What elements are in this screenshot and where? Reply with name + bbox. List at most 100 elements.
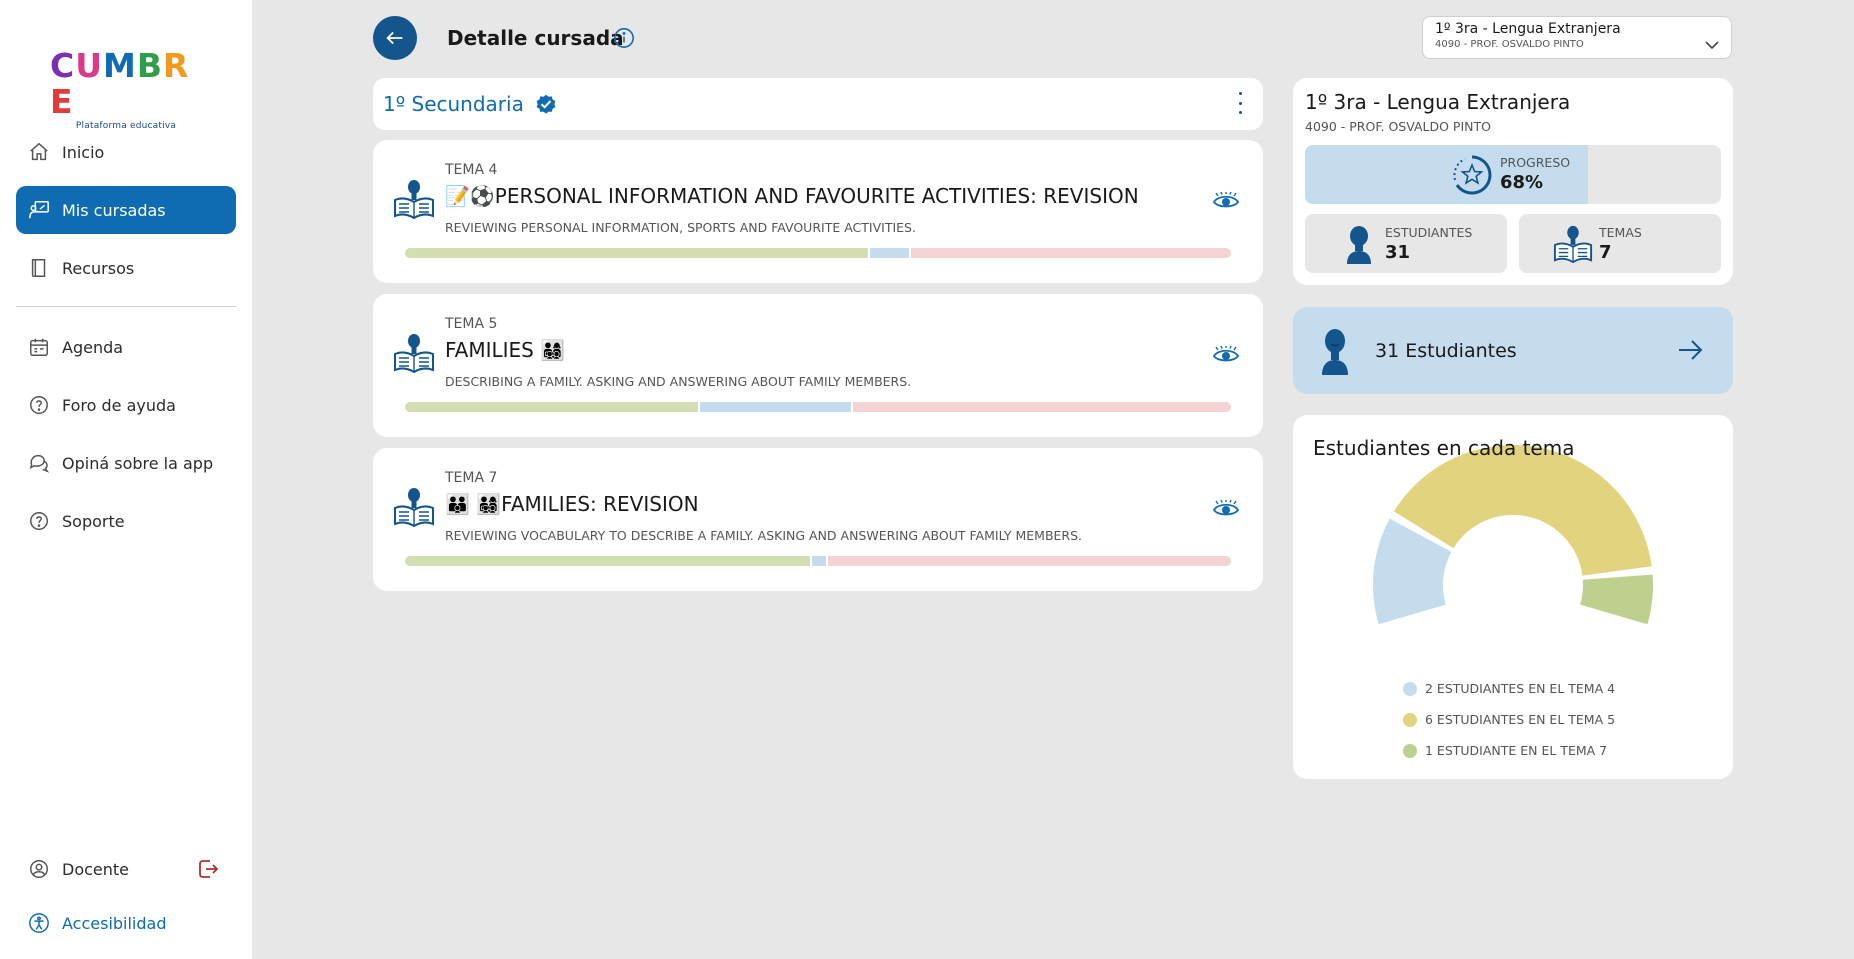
calendar-icon: [28, 336, 50, 358]
tema-progress-bar: [405, 402, 1231, 412]
accessibility-link[interactable]: Accesibilidad: [16, 899, 236, 947]
sidebar-item-agenda[interactable]: Agenda: [16, 323, 236, 371]
sidebar-item-label: Recursos: [62, 258, 135, 278]
students-stat: ESTUDIANTES 31: [1305, 214, 1507, 273]
course-progress: PROGRESO 68%: [1305, 145, 1721, 204]
progress-in-progress: [867, 248, 909, 258]
course-select-subtitle: 4090 - PROF. OSVALDO PINTO: [1435, 39, 1584, 50]
sidebar-item-mis-cursadas[interactable]: Mis cursadas: [16, 186, 236, 234]
info-icon[interactable]: [613, 27, 635, 49]
legend-dot: [1403, 712, 1417, 727]
logo-letter: R: [163, 46, 190, 85]
sidebar-item-soporte[interactable]: Soporte: [16, 497, 236, 545]
course-teacher: 4090 - PROF. OSVALDO PINTO: [1305, 119, 1491, 134]
logo-letter: C: [50, 46, 76, 85]
student-reading-icon: [394, 180, 434, 220]
temas-stat: TEMAS 7: [1519, 214, 1721, 273]
level-header: 1º Secundaria: [373, 78, 1263, 130]
tema-title: 👪 👨‍👩‍👧‍👦FAMILIES: REVISION: [445, 492, 699, 516]
tema-description: REVIEWING VOCABULARY TO DESCRIBE A FAMIL…: [445, 528, 1083, 543]
student-icon: [1322, 329, 1348, 375]
tema-progress-bar: [405, 248, 1231, 258]
course-select[interactable]: 1º 3ra - Lengua Extranjera 4090 - PROF. …: [1422, 16, 1732, 59]
progress-pending: [908, 248, 1231, 258]
chart-legend: 2 ESTUDIANTES EN EL TEMA 4 6 ESTUDIANTES…: [1403, 673, 1615, 766]
tema-progress-bar: [405, 556, 1231, 566]
sidebar-item-label: Mis cursadas: [62, 200, 166, 220]
sidebar-item-foro-de-ayuda[interactable]: Foro de ayuda: [16, 381, 236, 429]
chart-slice-tema-2: [1393, 445, 1652, 577]
legend-label: 6 ESTUDIANTES EN EL TEMA 5: [1425, 712, 1616, 727]
legend-item: 1 ESTUDIANTE EN EL TEMA 7: [1403, 735, 1615, 766]
students-label: ESTUDIANTES: [1385, 225, 1473, 240]
page-title: Detalle cursada: [447, 26, 624, 50]
eye-icon[interactable]: [1213, 192, 1239, 210]
teacher-board-icon: [28, 199, 50, 221]
course-title: 1º 3ra - Lengua Extranjera: [1305, 90, 1571, 114]
user-circle-icon: [28, 858, 50, 880]
tema-label: TEMA 7: [445, 470, 498, 486]
accessibility-icon: [28, 912, 50, 934]
star-progress-icon: [1453, 155, 1492, 195]
course-info-card: 1º 3ra - Lengua Extranjera 4090 - PROF. …: [1293, 78, 1733, 285]
logo-letter: B: [136, 46, 164, 85]
logo-letter: E: [50, 82, 74, 121]
temas-label: TEMAS: [1599, 225, 1642, 240]
chart-slice-tema-1: [1373, 518, 1452, 625]
logout-icon[interactable]: [196, 857, 220, 881]
tema-description: DESCRIBING A FAMILY. ASKING AND ANSWERIN…: [445, 374, 912, 389]
progress-in-progress: [809, 556, 827, 566]
temas-value: 7: [1599, 242, 1612, 263]
student-icon: [1347, 226, 1371, 264]
eye-icon[interactable]: [1213, 346, 1239, 364]
legend-item: 6 ESTUDIANTES EN EL TEMA 5: [1403, 704, 1615, 735]
help-circle-icon: [28, 394, 50, 416]
chart-title: Estudiantes en cada tema: [1313, 436, 1575, 460]
sidebar-item-label: Soporte: [62, 511, 125, 531]
progress-in-progress: [698, 402, 852, 412]
chart-slice-tema-3: [1579, 574, 1653, 625]
sidebar-divider: [16, 306, 236, 307]
sidebar-item-label: Foro de ayuda: [62, 395, 176, 415]
progress-completed: [405, 248, 868, 258]
sidebar-item-label: Opiná sobre la app: [62, 453, 214, 473]
tema-card[interactable]: TEMA 7 👪 👨‍👩‍👧‍👦FAMILIES: REVISION REVIE…: [373, 448, 1263, 591]
legend-dot: [1403, 743, 1417, 758]
tema-title: 📝⚽PERSONAL INFORMATION AND FAVOURITE ACT…: [445, 184, 1139, 208]
back-button[interactable]: [373, 16, 417, 60]
progress-pending: [851, 402, 1231, 412]
home-icon: [28, 141, 50, 163]
verified-badge-icon: [534, 92, 558, 116]
eye-icon[interactable]: [1213, 500, 1239, 518]
chat-bubbles-icon: [28, 452, 50, 474]
legend-label: 1 ESTUDIANTE EN EL TEMA 7: [1425, 743, 1608, 758]
students-button-label: 31 Estudiantes: [1375, 340, 1517, 362]
course-select-value: 1º 3ra - Lengua Extranjera: [1435, 21, 1621, 37]
progress-completed: [405, 556, 810, 566]
accessibility-label: Accesibilidad: [62, 913, 167, 933]
student-reading-icon: [394, 488, 434, 528]
legend-label: 2 ESTUDIANTES EN EL TEMA 4: [1425, 681, 1616, 696]
sidebar: CUMBRE Plataforma educativa Inicio Mis c…: [0, 0, 252, 959]
book-icon: [28, 257, 50, 279]
level-title: 1º Secundaria: [383, 92, 524, 116]
tema-card[interactable]: TEMA 5 FAMILIES 👨‍👩‍👧‍👦 DESCRIBING A FAM…: [373, 294, 1263, 437]
sidebar-item-inicio[interactable]: Inicio: [16, 128, 236, 176]
tema-description: REVIEWING PERSONAL INFORMATION, SPORTS A…: [445, 220, 916, 235]
legend-item: 2 ESTUDIANTES EN EL TEMA 4: [1403, 673, 1615, 704]
tema-card[interactable]: TEMA 4 📝⚽PERSONAL INFORMATION AND FAVOUR…: [373, 140, 1263, 283]
progress-completed: [405, 402, 699, 412]
logo-letter: M: [103, 46, 137, 85]
chevron-down-icon: [1705, 35, 1719, 50]
more-options-icon[interactable]: [1237, 92, 1243, 114]
arrow-right-icon: [1677, 339, 1703, 361]
tema-label: TEMA 4: [445, 162, 498, 178]
help-circle-icon: [28, 510, 50, 532]
students-list-button[interactable]: 31 Estudiantes: [1293, 307, 1733, 394]
sidebar-item-recursos[interactable]: Recursos: [16, 244, 236, 292]
sidebar-item-opina[interactable]: Opiná sobre la app: [16, 439, 236, 487]
student-reading-icon: [1553, 225, 1593, 264]
user-profile-item[interactable]: Docente: [16, 845, 186, 893]
tema-label: TEMA 5: [445, 316, 498, 332]
logo: CUMBRE Plataforma educativa: [50, 46, 202, 132]
